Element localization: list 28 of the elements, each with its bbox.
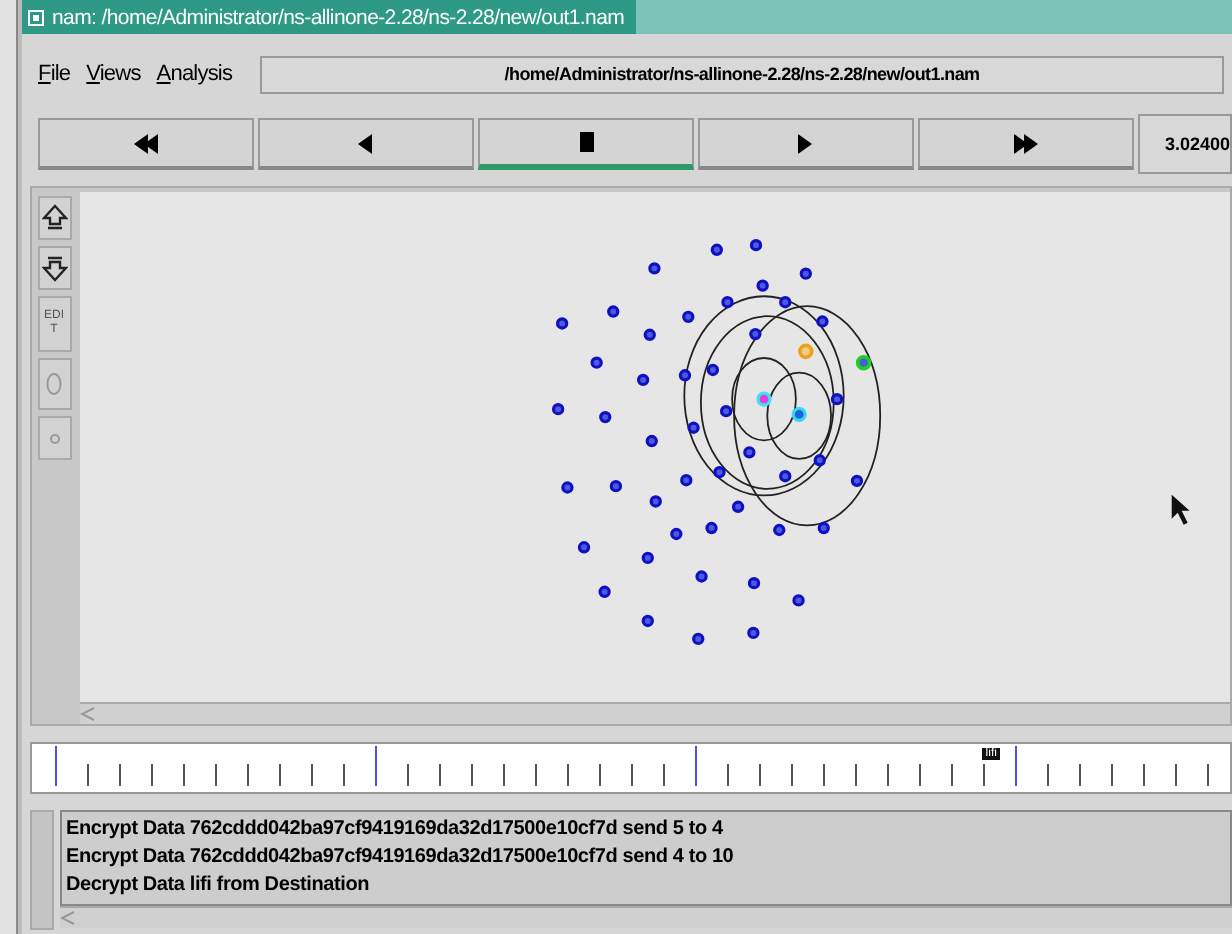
log-line: Decrypt Data lifi from Destination [66,872,372,900]
pointer-icon [1171,494,1190,525]
vertical-scrollbar[interactable] [30,810,54,930]
log-line: Encrypt Data 762cddd042ba97cf9419169da32d17500e10cf7d send 4 to 10 [66,844,736,872]
menu-item[interactable]: Views [86,62,141,86]
rewind-button[interactable] [38,118,254,170]
fast-forward-icon [1014,133,1038,153]
scroll-left-icon [60,910,76,926]
window-title: nam: /home/Administrator/ns-allinone-2.28/ns-2.28/new/out1.nam [22,0,637,34]
small-circle-icon [49,433,59,443]
scroll-left-icon [80,706,96,722]
stop-icon [579,132,593,152]
zoom-in-button[interactable] [37,196,71,240]
circle-icon [46,372,62,396]
zoom-out-button[interactable] [37,246,71,290]
menu-item[interactable]: Analysis [156,62,233,86]
rewind-icon [134,133,158,153]
stop-button[interactable] [478,118,694,170]
file-path-field: /home/Administrator/ns-allinone-2.28/ns-2.28/new/out1.nam [260,55,1224,93]
forward-button[interactable] [918,118,1134,170]
menu-item[interactable]: File [38,62,71,86]
log-line: Encrypt Data 762cddd042ba97cf9419169da32d17500e10cf7d send 5 to 4 [66,816,725,844]
time-display: 3.02400 [1138,114,1232,174]
window-icon [28,9,44,25]
down-arrow-icon [41,254,67,282]
back-icon [358,133,374,153]
up-arrow-icon [41,204,67,232]
play-icon [798,133,814,153]
